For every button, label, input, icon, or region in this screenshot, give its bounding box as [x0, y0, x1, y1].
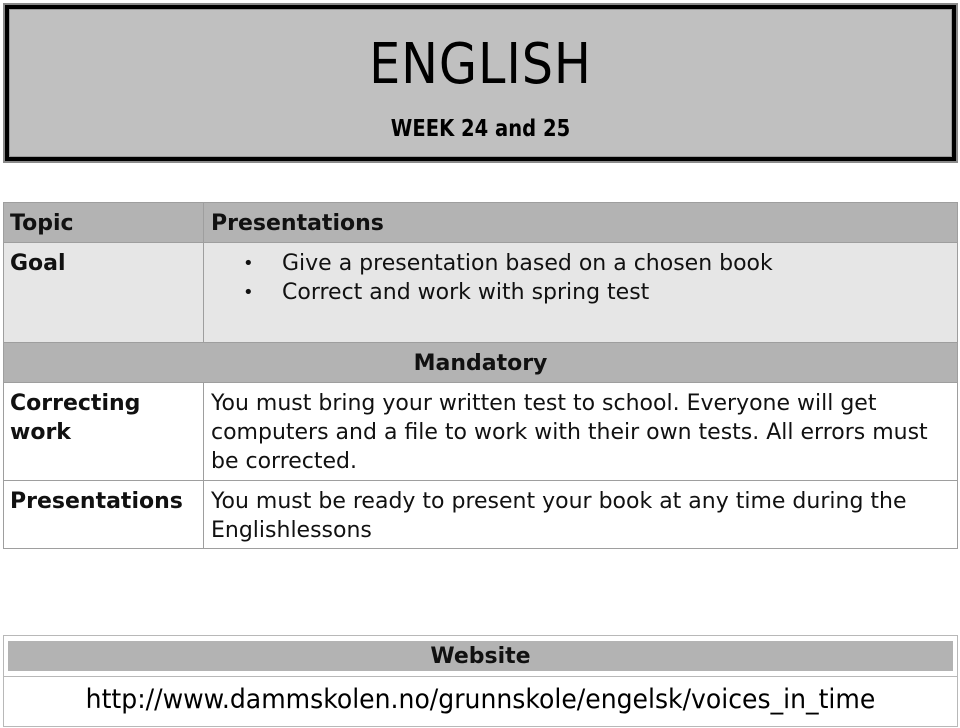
topic-value: Presentations [203, 202, 958, 243]
title-banner-inner: ENGLISH WEEK 24 and 25 [9, 9, 952, 157]
page-title: ENGLISH [369, 32, 592, 97]
goal-item: Give a presentation based on a chosen bo… [211, 249, 951, 278]
title-banner: ENGLISH WEEK 24 and 25 [3, 3, 958, 163]
website-divider [4, 676, 957, 677]
goal-label: Goal [3, 242, 204, 343]
table-row-presentations: Presentations You must be ready to prese… [3, 480, 958, 549]
table-row-topic: Topic Presentations [3, 202, 958, 243]
correcting-label: Correcting work [3, 382, 204, 481]
table-row-goal: Goal Give a presentation based on a chos… [3, 242, 958, 343]
presentations-value: You must be ready to present your book a… [203, 480, 958, 549]
website-link[interactable]: http://www.dammskolen.no/grunnskole/enge… [37, 680, 923, 720]
plan-table: Topic Presentations Goal Give a presenta… [3, 202, 958, 549]
presentations-label: Presentations [3, 480, 204, 549]
mandatory-header: Mandatory [3, 342, 958, 383]
correcting-value: You must bring your written test to scho… [203, 382, 958, 481]
website-box: Website http://www.dammskolen.no/grunnsk… [3, 635, 958, 727]
page-subtitle: WEEK 24 and 25 [390, 116, 571, 142]
table-row-mandatory-header: Mandatory [3, 342, 958, 383]
topic-label: Topic [3, 202, 204, 243]
goal-list: Give a presentation based on a chosen bo… [211, 249, 951, 307]
goal-item: Correct and work with spring test [211, 278, 951, 307]
website-header: Website [8, 641, 953, 671]
goal-content: Give a presentation based on a chosen bo… [203, 242, 958, 343]
table-row-correcting: Correcting work You must bring your writ… [3, 382, 958, 481]
